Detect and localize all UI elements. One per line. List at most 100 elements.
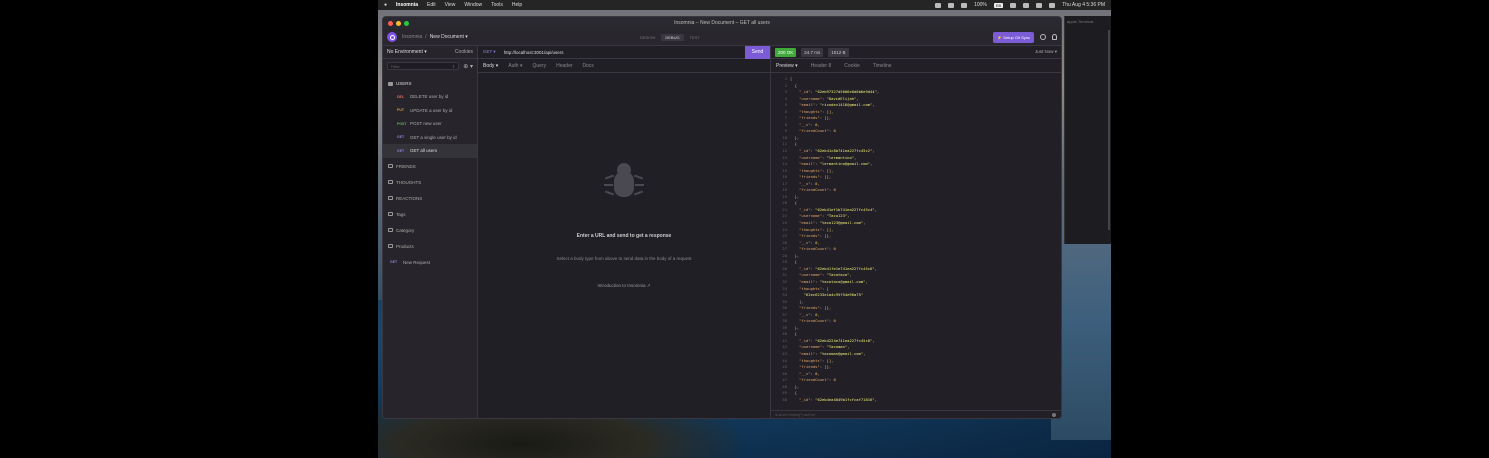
header-actions: ⚡ Setup Git Sync: [993, 31, 1057, 43]
response-filter-input[interactable]: $.store.books[*].author: [775, 412, 815, 417]
tab-timeline[interactable]: Timeline: [873, 63, 892, 69]
json-text: },: [790, 134, 800, 140]
tab-header[interactable]: Header: [556, 63, 572, 69]
tab-query[interactable]: Query: [532, 63, 546, 69]
sidebar-request-update-user[interactable]: PUT UPDATE a user by id: [383, 104, 477, 118]
help-icon[interactable]: [1052, 412, 1056, 417]
response-json-viewer[interactable]: 1[2 {3 "_id": "62eb97327d5006e0d0b6e9d44…: [771, 73, 1061, 410]
sort-icon[interactable]: ⇕: [452, 64, 455, 69]
tab-cookie[interactable]: Cookie: [844, 63, 860, 69]
background-window-scrollbar[interactable]: [1108, 30, 1110, 230]
method-badge: GET: [397, 135, 405, 140]
mode-design[interactable]: DESIGN: [636, 34, 659, 41]
menu-bar: ● Insomnia Edit View Window Tools Help 1…: [378, 0, 1111, 10]
json-key: "thoughts": [790, 226, 823, 232]
breadcrumb-document[interactable]: New Document ▾: [430, 34, 468, 40]
json-value: "Tacoman",: [826, 344, 850, 350]
sidebar-request-delete-user[interactable]: DEL DELETE user by id: [383, 90, 477, 104]
method-badge: POST: [397, 121, 407, 126]
bell-icon[interactable]: [1052, 34, 1057, 40]
introduction-link[interactable]: Introduction to Insomnia ↗: [597, 283, 650, 289]
cookies-button[interactable]: Cookies: [455, 49, 473, 55]
send-button[interactable]: Send: [745, 45, 770, 59]
request-label: UPDATE a user by id: [410, 107, 453, 113]
environment-dropdown[interactable]: No Environment ▾: [387, 49, 427, 55]
json-value: 0,: [815, 180, 820, 186]
menu-help[interactable]: Help: [512, 2, 522, 8]
request-label: POST new user: [410, 121, 442, 127]
json-key: "_id": [790, 89, 811, 95]
code-line: 50 "_id": "62eb4ea4049b1fcfcaf71816",: [773, 397, 1061, 404]
apple-icon[interactable]: ●: [384, 2, 387, 8]
menu-edit[interactable]: Edit: [427, 2, 436, 8]
sidebar-request-get-single-user[interactable]: GET GET a single user by id: [383, 131, 477, 145]
request-pane: GET ▾ http://localhost:3001/api/users Se…: [478, 45, 771, 418]
bluetooth-icon[interactable]: [961, 2, 968, 8]
menu-view[interactable]: View: [445, 2, 456, 8]
folder-label: Category: [396, 227, 415, 233]
json-value: 0,: [815, 239, 820, 245]
json-text: "62ec6233e1a4c95f54e96a75": [790, 292, 864, 298]
siri-icon[interactable]: [1049, 2, 1056, 8]
workspace: No Environment ▾ Cookies Filter ⇕ ⊕ ▾ US…: [383, 45, 1061, 418]
json-key: "friends": [790, 364, 820, 370]
folder-label: USERS: [396, 81, 412, 86]
json-key: "__v": [790, 121, 811, 127]
json-text: {: [790, 390, 797, 396]
battery-icon[interactable]: EB: [993, 2, 1004, 8]
folder-tags[interactable]: Tags: [383, 208, 477, 221]
folder-reactions[interactable]: REACTIONS: [383, 192, 477, 205]
background-terminal-window[interactable]: apple-Terminal...: [1064, 16, 1111, 244]
menu-status-area: 100% EB Thu Aug 4 5:36 PM: [935, 2, 1105, 8]
tab-response-header[interactable]: Header 8: [811, 63, 832, 69]
control-center-icon[interactable]: [1036, 2, 1043, 8]
mode-test[interactable]: TEST: [686, 34, 704, 41]
sidebar-request-new[interactable]: GET New Request: [383, 256, 477, 270]
menu-app-name[interactable]: Insomnia: [396, 2, 418, 8]
breadcrumb: Insomnia / New Document ▾: [402, 34, 468, 40]
menu-tools[interactable]: Tools: [491, 2, 503, 8]
json-value: "62eb4224e741ea227fc45c8",: [815, 337, 875, 343]
menu-window[interactable]: Window: [464, 2, 482, 8]
desktop: ● Insomnia Edit View Window Tools Help 1…: [378, 0, 1111, 458]
screen-record-icon[interactable]: [935, 2, 942, 8]
add-request-icon[interactable]: ⊕ ▾: [463, 63, 473, 70]
sidebar-request-post-user[interactable]: POST POST new user: [383, 117, 477, 131]
response-filter-bar[interactable]: $.store.books[*].author: [771, 410, 1061, 418]
tab-docs[interactable]: Docs: [583, 63, 594, 69]
sidebar-filter-input[interactable]: Filter ⇕: [387, 62, 460, 70]
json-key: "thoughts": [790, 357, 823, 363]
json-value: [],: [824, 233, 832, 239]
json-key: "email": [790, 350, 816, 356]
request-label: DELETE user by id: [410, 94, 449, 100]
json-text: [: [790, 76, 793, 81]
app-header: Insomnia / New Document ▾ DESIGN DEBUG T…: [383, 29, 1061, 46]
mode-debug[interactable]: DEBUG: [661, 34, 684, 41]
json-key: "username": [790, 154, 823, 160]
url-input[interactable]: http://localhost:3001/api/users: [501, 50, 745, 55]
spotlight-search-icon[interactable]: [1023, 2, 1030, 8]
wifi-icon[interactable]: [1010, 2, 1017, 8]
folder-thoughts[interactable]: THOUGHTS: [383, 176, 477, 189]
history-dropdown[interactable]: Just Now ▾: [1035, 49, 1057, 55]
json-key: "email": [790, 278, 816, 284]
tab-auth[interactable]: Auth ▾: [508, 63, 522, 69]
menu-clock[interactable]: Thu Aug 4 5:36 PM: [1062, 2, 1105, 8]
folder-products[interactable]: Products: [383, 240, 477, 253]
json-value: [],: [826, 108, 834, 114]
insomnia-logo-icon[interactable]: [387, 32, 397, 42]
tab-preview[interactable]: Preview ▾: [776, 63, 798, 69]
gear-icon[interactable]: [1040, 34, 1046, 40]
json-key: "email": [790, 220, 816, 226]
tab-body[interactable]: Body ▾: [483, 63, 498, 69]
folder-friends[interactable]: FRIENDS: [383, 160, 477, 173]
folder-users[interactable]: USERS: [383, 77, 477, 90]
setup-git-sync-button[interactable]: ⚡ Setup Git Sync: [993, 31, 1034, 43]
sidebar-request-get-all-users[interactable]: GET GET all users: [383, 144, 477, 158]
home-icon[interactable]: [948, 2, 955, 8]
method-dropdown[interactable]: GET ▾: [478, 49, 501, 55]
folder-label: Tags: [396, 211, 406, 217]
json-value: 0,: [815, 370, 820, 376]
folder-category[interactable]: Category: [383, 224, 477, 237]
breadcrumb-root[interactable]: Insomnia: [402, 34, 422, 40]
